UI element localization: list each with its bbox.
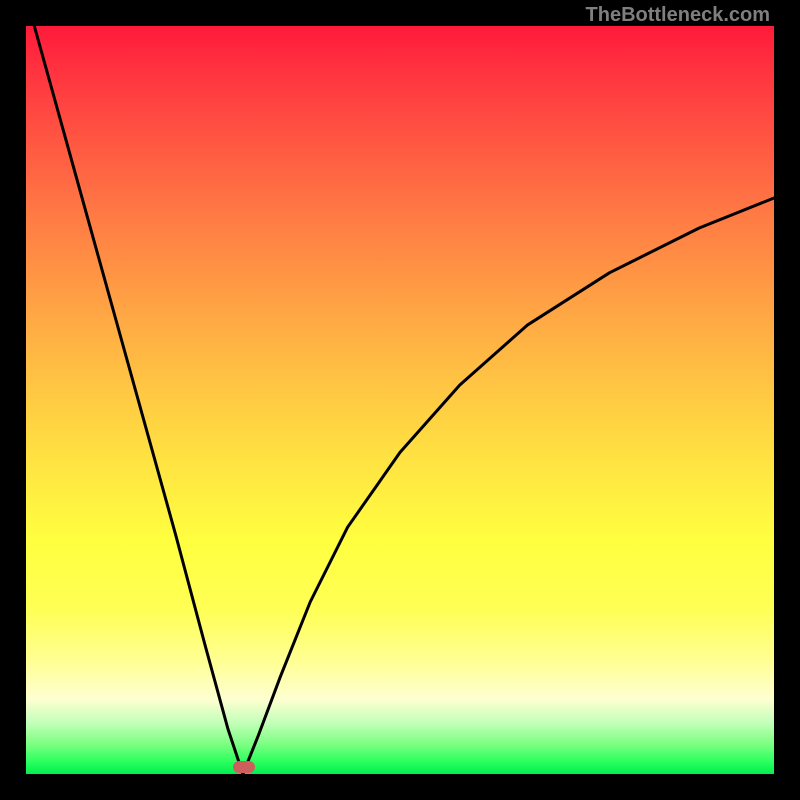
chart-marker (233, 761, 255, 773)
chart-curve (0, 0, 800, 800)
watermark-text: TheBottleneck.com (586, 4, 770, 27)
bottleneck-chart: TheBottleneck.com (0, 0, 800, 800)
